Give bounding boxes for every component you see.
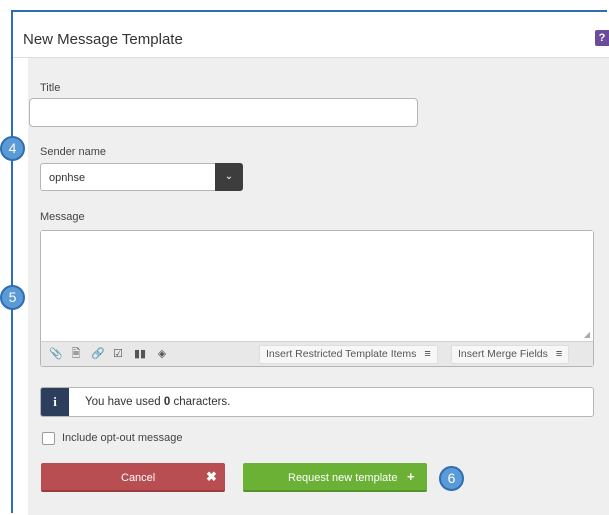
resize-handle[interactable]: ◢ — [584, 330, 590, 339]
message-textarea[interactable] — [41, 231, 593, 341]
info-icon: i — [41, 388, 69, 416]
dialog-header: New Message Template ? — [13, 12, 609, 58]
character-count-text: You have used 0 characters. — [85, 396, 230, 408]
align-lines-icon: ≡ — [555, 348, 563, 360]
character-count-suffix: characters. — [170, 396, 231, 408]
sender-name-select[interactable]: opnhse ⌄ — [40, 163, 243, 191]
message-editor: ◢ 📎 🗎 🔗 ☑ ▮▮ ◈ Insert Restricted Templat… — [40, 230, 594, 367]
cancel-button[interactable]: Cancel ✖ — [41, 463, 225, 492]
help-button[interactable]: ? — [595, 30, 609, 46]
title-input[interactable] — [29, 98, 418, 127]
paperclip-icon[interactable]: 📎 — [49, 347, 63, 361]
document-icon[interactable]: 🗎 — [69, 347, 83, 361]
opt-out-label: Include opt-out message — [62, 432, 183, 444]
character-count-prefix: You have used — [85, 396, 164, 408]
title-label: Title — [40, 82, 61, 94]
tag-icon[interactable]: ◈ — [155, 347, 169, 361]
message-toolbar: 📎 🗎 🔗 ☑ ▮▮ ◈ Insert Restricted Template … — [41, 341, 593, 366]
align-lines-icon: ≡ — [424, 348, 431, 360]
request-new-template-label: Request new template — [288, 472, 398, 484]
sender-name-value: opnhse — [49, 172, 86, 184]
sender-name-label: Sender name — [40, 146, 107, 158]
callout-badge-5: 5 — [0, 285, 25, 310]
insert-restricted-label: Insert Restricted Template Items — [266, 348, 417, 360]
close-icon: ✖ — [206, 469, 217, 484]
character-count-bar: i You have used 0 characters. — [40, 387, 594, 417]
barcode-icon[interactable]: ▮▮ — [133, 347, 147, 361]
callout-badge-6: 6 — [439, 466, 464, 491]
insert-merge-label: Insert Merge Fields — [458, 348, 548, 360]
checkbox-icon[interactable]: ☑ — [111, 347, 125, 361]
cancel-label: Cancel — [121, 472, 156, 484]
callout-badge-4: 4 — [0, 136, 25, 161]
dialog-title: New Message Template — [23, 31, 183, 48]
request-new-template-button[interactable]: Request new template + — [243, 463, 427, 492]
insert-merge-fields-button[interactable]: Insert Merge Fields ≡ — [451, 345, 570, 364]
opt-out-checkbox[interactable] — [42, 432, 55, 445]
message-label: Message — [40, 211, 85, 223]
link-icon[interactable]: 🔗 — [91, 347, 105, 361]
insert-restricted-template-items-button[interactable]: Insert Restricted Template Items ≡ — [259, 345, 438, 364]
plus-icon: + — [407, 469, 415, 484]
chevron-down-icon[interactable]: ⌄ — [215, 163, 243, 191]
